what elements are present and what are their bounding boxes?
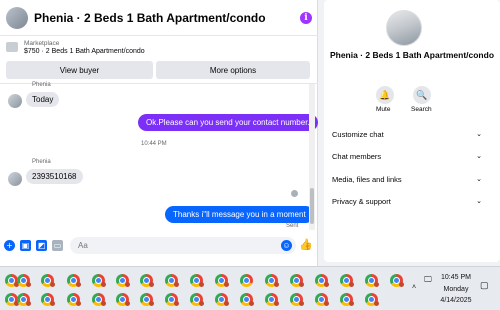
clock-time[interactable]: 10:45 PM (440, 274, 472, 281)
profile-badge-icon (76, 301, 81, 306)
message-status: Sent (286, 223, 299, 229)
sticker-icon[interactable]: ◩ (36, 240, 47, 251)
message-sender: Phenia (32, 159, 51, 165)
accordion-label: Customize chat (332, 129, 384, 139)
profile-badge-icon (324, 301, 329, 306)
notification-icon[interactable]: ▢ (480, 280, 489, 291)
chrome-profile-icon[interactable] (240, 274, 253, 287)
message-list: Phenia Today Ok.Please can you send your… (0, 82, 318, 230)
listing-title[interactable]: $750 · 2 Beds 1 Bath Apartment/condo (24, 48, 145, 55)
sender-avatar[interactable] (8, 172, 22, 186)
outgoing-message: Thanks i"ll message you in a moment (165, 206, 314, 223)
profile-badge-icon (274, 301, 279, 306)
profile-badge-icon (274, 282, 279, 287)
message-sender: Phenia (32, 82, 51, 88)
profile-badge-icon (324, 282, 329, 287)
search-icon[interactable]: 🔍 (413, 86, 431, 104)
chat-avatar[interactable] (6, 6, 28, 29)
profile-badge-icon (224, 301, 229, 306)
chevron-up-icon[interactable]: ˄ (412, 284, 416, 291)
incoming-message: 2393510168 (26, 169, 83, 184)
profile-badge-icon (50, 282, 55, 287)
profile-badge-icon (399, 282, 404, 287)
chat-title[interactable]: Phenia · 2 Beds 1 Bath Apartment/condo (34, 11, 300, 25)
gif-icon[interactable]: ▭ (52, 240, 63, 251)
mute-label[interactable]: Mute (376, 106, 390, 113)
accordion-label: Chat members (332, 151, 382, 161)
message-input[interactable] (70, 237, 296, 254)
search-label[interactable]: Search (411, 106, 432, 113)
profile-badge-icon (149, 282, 154, 287)
accordion-label: Media, files and links (332, 174, 402, 184)
seen-avatar (291, 190, 298, 197)
accordion-media-files[interactable]: Media, files and links ⌄ (332, 171, 482, 187)
profile-badge-icon (101, 301, 106, 306)
profile-badge-icon (349, 282, 354, 287)
listing-avatar[interactable] (386, 10, 422, 46)
incoming-message: Today (26, 92, 60, 107)
profile-badge-icon (374, 301, 379, 306)
info-icon[interactable]: i (300, 11, 312, 24)
info-title: Phenia · 2 Beds 1 Bath Apartment/condo (329, 50, 495, 60)
timestamp-separator: 10:44 PM (141, 141, 167, 147)
clock-day[interactable]: Monday (440, 286, 472, 293)
chat-panel: Phenia · 2 Beds 1 Bath Apartment/condo i… (0, 0, 318, 266)
profile-badge-icon (299, 301, 304, 306)
profile-badge-icon (199, 301, 204, 306)
accordion-label: Privacy & support (332, 196, 391, 206)
profile-badge-icon (349, 301, 354, 306)
plus-icon[interactable]: + (4, 240, 15, 251)
view-buyer-button[interactable]: View buyer (6, 61, 153, 79)
clock-date[interactable]: 4/14/2025 (440, 297, 472, 304)
profile-badge-icon (249, 301, 254, 306)
profile-badge-icon (50, 301, 55, 306)
more-options-button[interactable]: More options (156, 61, 310, 79)
profile-badge-icon (125, 301, 130, 306)
sender-avatar[interactable] (8, 94, 22, 108)
profile-badge-icon (299, 282, 304, 287)
profile-badge-icon (199, 282, 204, 287)
profile-badge-icon (125, 282, 130, 287)
chat-info-panel: Phenia · 2 Beds 1 Bath Apartment/condo 🔔… (324, 0, 500, 262)
profile-badge-icon (76, 282, 81, 287)
marketplace-label: Marketplace (24, 40, 60, 47)
profile-badge-icon (224, 282, 229, 287)
chevron-down-icon: ⌄ (476, 198, 482, 205)
network-icon[interactable]: 🖵 (424, 275, 432, 285)
scrollbar-thumb[interactable] (310, 188, 314, 224)
profile-badge-icon (174, 301, 179, 306)
chat-header: Phenia · 2 Beds 1 Bath Apartment/condo i (0, 0, 318, 36)
chevron-down-icon: ⌄ (476, 131, 482, 138)
profile-badge-icon (26, 301, 31, 306)
accordion-customize-chat[interactable]: Customize chat ⌄ (332, 126, 482, 142)
profile-badge-icon (174, 282, 179, 287)
outgoing-message: Ok.Please can you send your contact numb… (138, 114, 318, 131)
thumbs-up-icon[interactable]: 👍 (299, 238, 313, 251)
emoji-icon[interactable]: ☺ (281, 240, 292, 251)
accordion-privacy-support[interactable]: Privacy & support ⌄ (332, 193, 482, 209)
profile-badge-icon (149, 301, 154, 306)
accordion-chat-members[interactable]: Chat members ⌄ (332, 148, 482, 164)
chevron-down-icon: ⌄ (476, 176, 482, 183)
profile-badge-icon (101, 282, 106, 287)
bell-icon[interactable]: 🔔 (376, 86, 394, 104)
profile-badge-icon (26, 282, 31, 287)
image-icon[interactable]: ▣ (20, 240, 31, 251)
listing-thumbnail[interactable] (6, 42, 18, 52)
chevron-down-icon: ⌄ (476, 153, 482, 160)
profile-badge-icon (374, 282, 379, 287)
